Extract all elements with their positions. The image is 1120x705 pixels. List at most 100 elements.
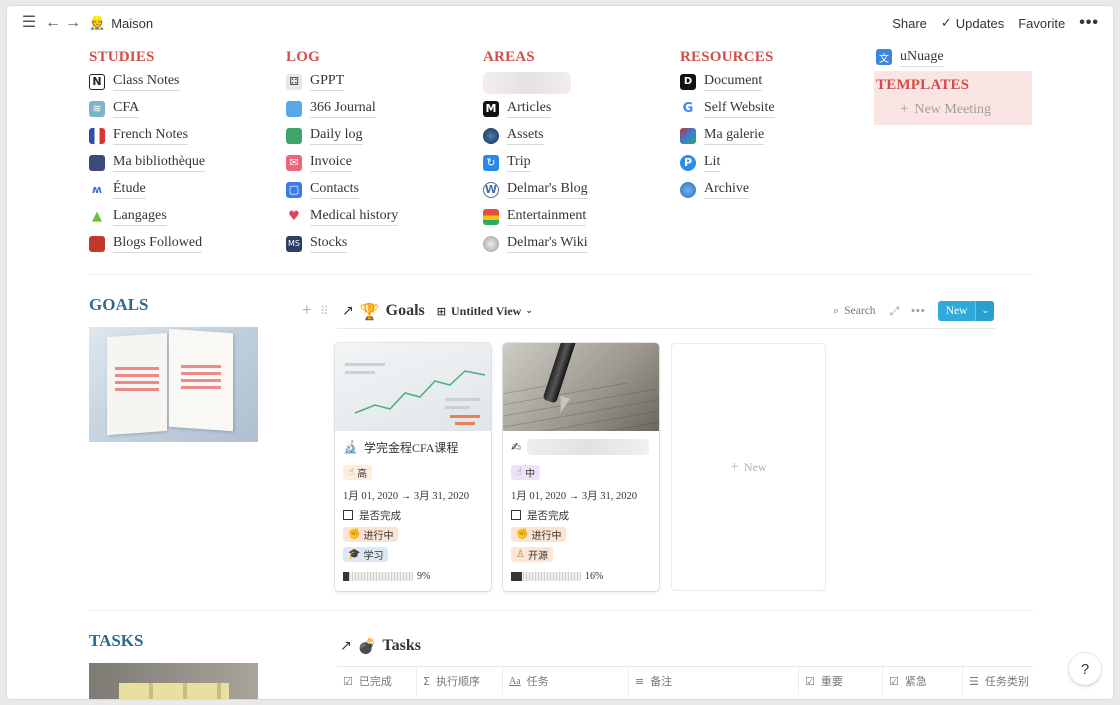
french-flag-icon [89,127,105,144]
open-link-arrow-icon[interactable]: ↗ [340,638,352,654]
new-button[interactable]: New ⌄ [937,301,994,321]
wordpress-icon: W [483,181,499,198]
link-daily-log[interactable]: Daily log [286,122,398,149]
areas-column: AREAS M Articles Assets ↻ Trip W Delmar's B… [483,46,588,257]
category-tag: ♙ 开源 [511,547,553,562]
priority-tag: ☝ 高 [343,465,373,480]
link-unuage[interactable]: 文 uNuage [876,46,991,68]
more-options-icon[interactable]: ••• [1079,14,1099,32]
checkbox[interactable] [511,510,521,520]
link-medical-history[interactable]: ♥ Medical history [286,203,399,230]
favorite-button[interactable]: Favorite [1018,16,1065,31]
app-window: ☰ ← → 👷 Maison Share ✓ Updates Favorite … [7,6,1113,699]
new-card-label: New [743,459,767,474]
goal-card[interactable]: ✍ ☝ 中 1月 01, 2020 → 3月 31, 2020 是否完成 ✊ 进行中… [503,343,659,591]
menu-icon[interactable]: ☰ [19,13,39,33]
goals-db-title[interactable]: Goals [386,302,425,320]
link-366-journal[interactable]: 366 Journal [286,95,398,122]
updates-label: Updates [955,15,1005,31]
link-delmars-wiki[interactable]: Delmar's Wiki [483,230,588,257]
top-bar: ☰ ← → 👷 Maison Share ✓ Updates Favorite … [7,6,1113,40]
progress-bar [511,571,581,581]
card-cover-pen-image [503,343,659,431]
link-entertainment[interactable]: Entertainment [483,203,588,230]
gallery-icon [680,127,696,144]
status-tag: ✊ 进行中 [343,527,399,542]
graduation-cap-icon: 🎓 [348,549,361,560]
plus-icon: + [730,458,739,475]
help-button[interactable]: ? [1069,653,1101,685]
link-langages[interactable]: ▲ Langages [89,203,205,230]
link-class-notes[interactable]: N Class Notes [89,68,205,95]
link-lit[interactable]: P Lit [680,149,775,176]
column-header-notes[interactable]: ≡ 备注 [629,667,799,695]
new-dropdown-chevron-icon[interactable]: ⌄ [975,301,994,321]
link-stocks[interactable]: MS Stocks [286,230,398,257]
muscle-icon: ✊ [348,529,361,540]
notion-icon: N [89,73,105,90]
assets-globe-icon [483,127,499,144]
done-checkbox-row[interactable]: 是否完成 [511,505,651,525]
new-card-placeholder[interactable]: + New [671,343,826,591]
trip-icon: ↻ [483,154,499,171]
book-icon [89,235,105,252]
translate-icon: 文 [876,49,892,65]
done-checkbox-row[interactable]: 是否完成 [343,505,483,525]
check-icon: ✓ [940,15,952,31]
column-header-category[interactable]: ☰ 任务类别 [963,667,1033,695]
checkbox[interactable] [343,510,353,520]
plus-icon: + [900,101,909,117]
tasks-db-title[interactable]: Tasks [382,637,421,655]
link-self-website[interactable]: G Self Website [680,95,775,122]
date-range: 1月 01, 2020 → 3月 31, 2020 [511,490,637,502]
link-archive[interactable]: Archive [680,176,775,203]
link-gppt[interactable]: ⚃ GPPT [286,68,398,95]
drag-handle-icon[interactable]: ⠿ [320,304,334,318]
link-ma-galerie[interactable]: Ma galerie [680,122,775,149]
wikipedia-globe-icon [483,235,499,252]
column-header-important[interactable]: ☑ 重要 [799,667,883,695]
link-ma-bibliotheque[interactable]: Ma bibliothèque [89,149,206,176]
search-button[interactable]: ⌕ Search [833,304,875,318]
link-trip[interactable]: ↻ Trip [483,149,588,176]
link-etude[interactable]: ʍ Étude [89,176,205,203]
areas-heading: AREAS [483,49,535,65]
column-header-urgent[interactable]: ☑ 紧急 [883,667,963,695]
share-button[interactable]: Share [892,16,927,31]
updates-button[interactable]: ✓ Updates [941,16,1004,31]
column-header-done[interactable]: ☑ 已完成 [337,667,417,695]
link-blurred[interactable] [483,68,588,95]
page-emoji-icon: 👷 [89,15,106,31]
link-document[interactable]: D Document [680,68,775,95]
templates-heading: TEMPLATES [876,77,970,93]
view-switcher[interactable]: ⊞ Untitled View ⌄ [437,304,533,319]
progress-fill [511,571,523,581]
open-link-arrow-icon[interactable]: ↗ [342,303,354,319]
stocks-icon: MS [286,235,302,252]
link-delmars-blog[interactable]: W Delmar's Blog [483,176,588,203]
back-arrow-icon[interactable]: ← [43,13,63,33]
column-header-task[interactable]: Aa 任务 [503,667,629,695]
formula-sigma-icon: Σ [423,674,430,688]
column-header-order[interactable]: Σ 执行顺序 [417,667,503,695]
link-french-notes[interactable]: French Notes [89,122,205,149]
medium-icon: M [483,100,499,117]
goal-card[interactable]: 🔬 学完金程CFA课程 ☝ 高 1月 01, 2020 → 3月 31, 2020… [335,343,491,591]
card-title-blurred [527,439,650,455]
link-invoice[interactable]: ✉ Invoice [286,149,398,176]
trophy-icon: 🏆 [359,301,380,321]
breadcrumb[interactable]: 👷 Maison [89,12,153,34]
new-meeting-button[interactable]: + New Meeting [876,96,991,123]
expand-icon[interactable]: ⤢ [890,304,900,319]
db-more-options-icon[interactable]: ••• [911,305,926,317]
link-assets[interactable]: Assets [483,122,588,149]
forward-arrow-icon[interactable]: → [63,13,83,33]
link-cfa[interactable]: ≋ CFA [89,95,205,122]
divider [89,610,1033,611]
link-articles[interactable]: M Articles [483,95,588,122]
resources-heading: RESOURCES [680,49,774,65]
link-blogs-followed[interactable]: Blogs Followed [89,230,205,257]
add-block-icon[interactable]: + [302,302,316,320]
link-contacts[interactable]: ▢ Contacts [286,176,398,203]
muscle-icon: ✊ [516,529,529,540]
